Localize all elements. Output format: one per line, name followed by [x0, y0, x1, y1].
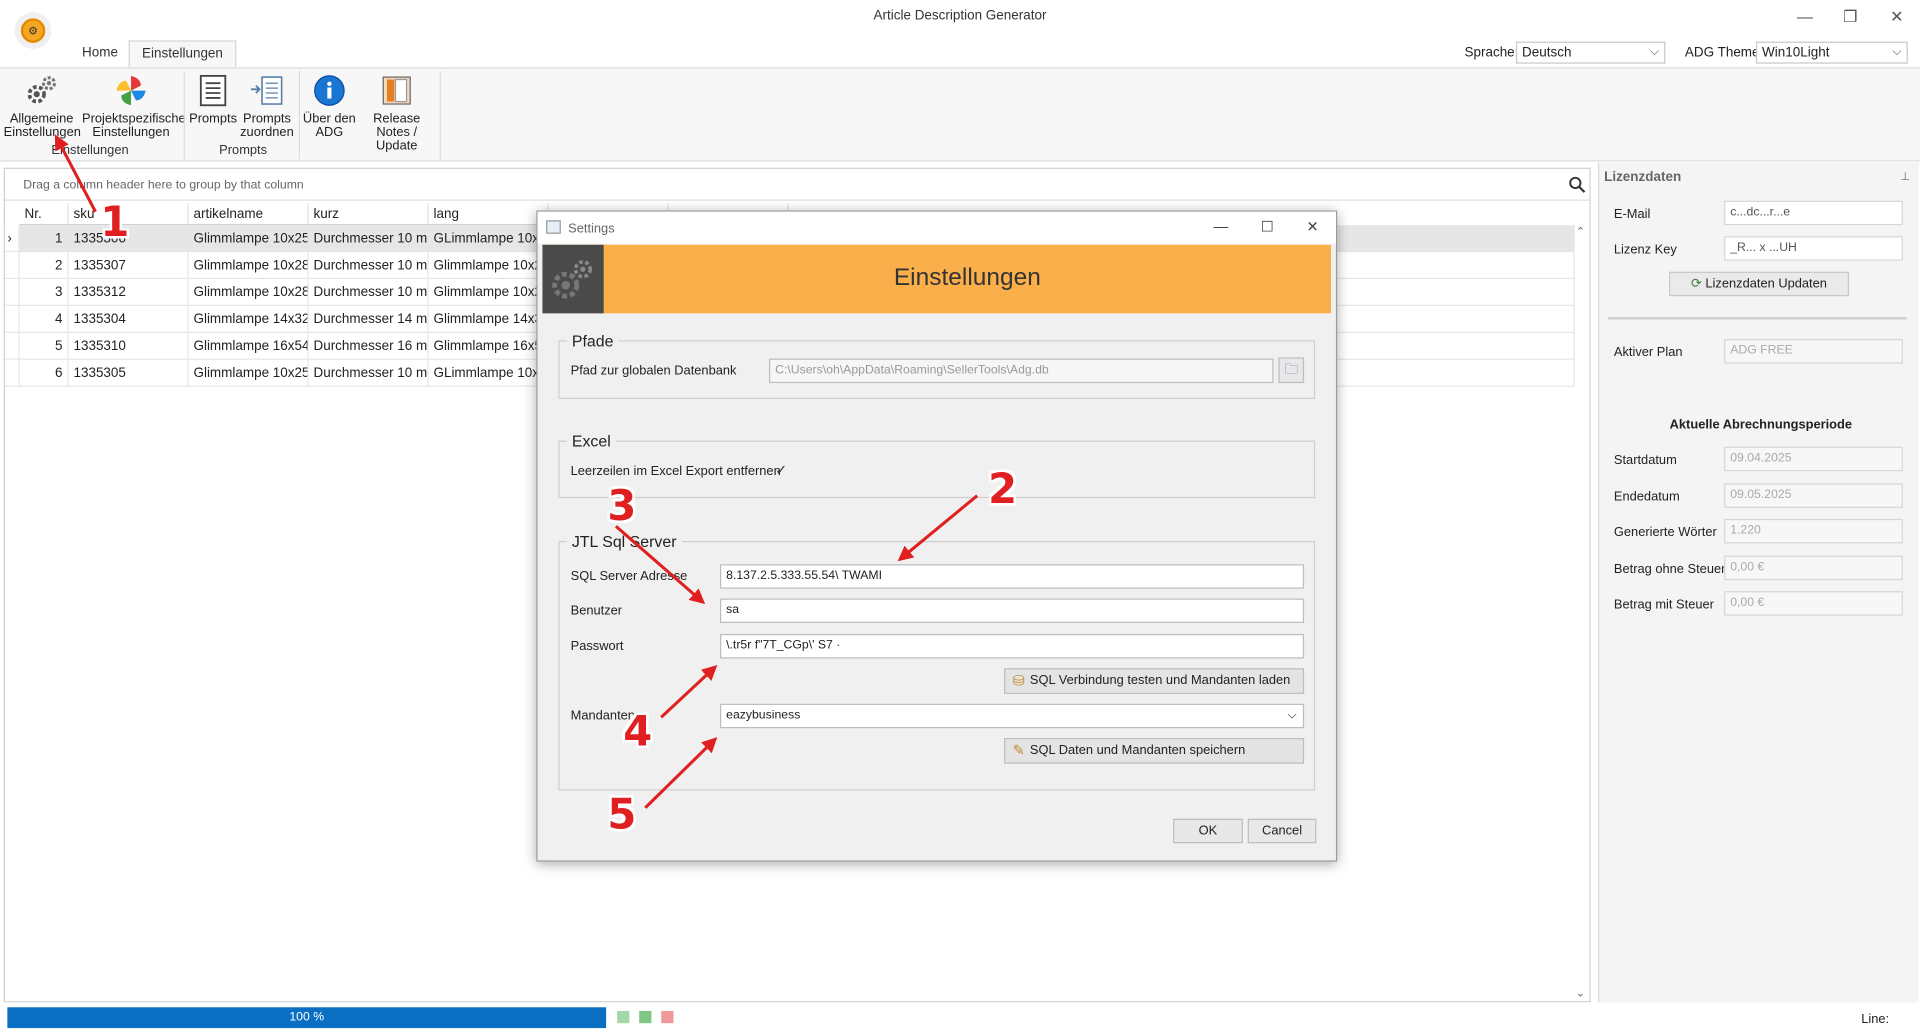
- arrow-1: [54, 134, 97, 213]
- annotation-number-5: 5: [607, 790, 637, 840]
- arrow-3: [614, 525, 706, 605]
- arrow-2: [897, 494, 979, 562]
- annotation-number-3: 3: [607, 482, 637, 532]
- arrow-5: [644, 737, 718, 809]
- annotation-arrows: [54, 134, 979, 809]
- annotation-number-2: 2: [988, 465, 1018, 515]
- annotation-number-4: 4: [623, 707, 653, 757]
- annotation-number-1: 1: [100, 198, 130, 248]
- arrow-4: [660, 664, 718, 719]
